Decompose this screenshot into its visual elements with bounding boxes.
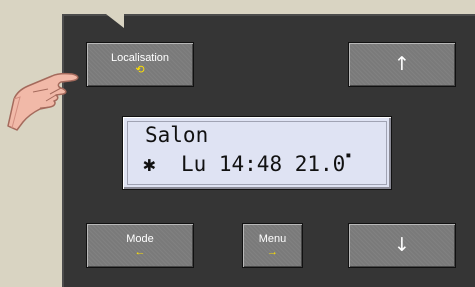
display-status-line: ✱ Lu 14:48 21.0▪ <box>143 150 352 176</box>
pointing-hand-icon <box>7 72 79 131</box>
display-room-name: Salon <box>145 123 209 147</box>
localisation-button[interactable]: Localisation ⟲ <box>86 42 194 87</box>
arrow-left-icon: ← <box>134 246 146 258</box>
refresh-icon: ⟲ <box>135 64 145 76</box>
mode-button[interactable]: Mode ← <box>86 223 194 268</box>
arrow-down-icon: ↓ <box>394 234 410 256</box>
snowflake-icon: ✱ <box>143 152 156 176</box>
arrow-right-icon: → <box>267 246 278 258</box>
menu-button[interactable]: Menu → <box>242 223 303 268</box>
down-button[interactable]: ↓ <box>348 223 456 268</box>
localisation-label: Localisation <box>110 52 170 64</box>
display-datetime-temp: Lu 14:48 21.0 <box>180 152 346 176</box>
arrow-up-icon: ↑ <box>394 53 410 75</box>
menu-label: Menu <box>258 233 287 245</box>
degree-icon: ▪ <box>345 150 352 161</box>
mode-label: Mode <box>126 233 154 245</box>
panel-corner <box>106 14 124 28</box>
lcd-display: Salon ✱ Lu 14:48 21.0▪ <box>122 116 392 190</box>
up-button[interactable]: ↑ <box>348 42 456 87</box>
